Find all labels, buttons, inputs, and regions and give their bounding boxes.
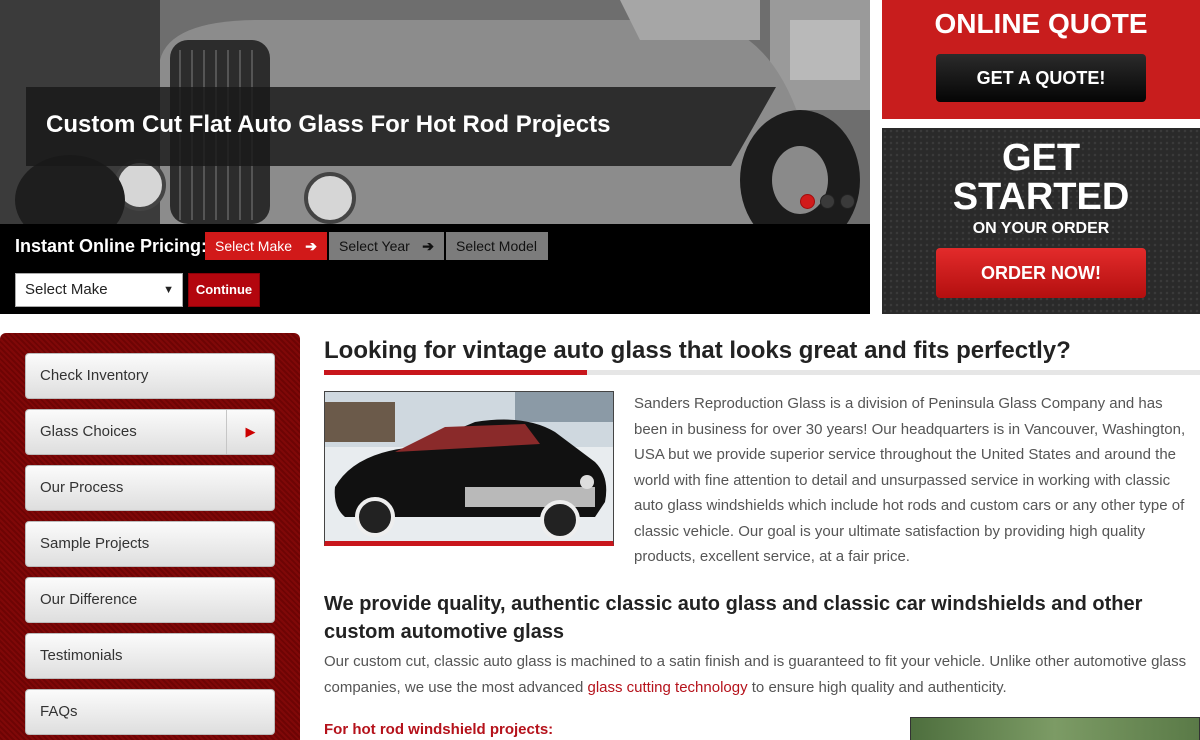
slider-dot-2[interactable] [820,194,835,209]
custom-cut-paragraph: Our custom cut, classic auto glass is ma… [324,649,1194,700]
make-select-dropdown[interactable]: Select Make ▼ [15,273,183,307]
step-label: Select Year [339,238,410,254]
step-label: Select Make [215,238,293,254]
step-select-make[interactable]: Select Make ➔ [205,232,327,260]
caret-right-icon[interactable]: ▶ [226,410,274,454]
online-quote-panel: ONLINE QUOTE GET A QUOTE! [882,0,1200,119]
step-select-year[interactable]: Select Year ➔ [329,232,444,260]
sidebar-item-glass-choices[interactable]: Glass Choices ▶ [25,409,275,455]
sidebar-item-label: Check Inventory [40,367,149,384]
arrow-right-icon: ➔ [422,238,434,254]
step-label: Select Model [456,238,537,254]
sidebar-item-label: Sample Projects [40,535,150,552]
hero-slider: Custom Cut Flat Auto Glass For Hot Rod P… [0,0,870,224]
instant-pricing-bar: Instant Online Pricing: Select Make ➔ Se… [0,224,870,314]
get-quote-button[interactable]: GET A QUOTE! [936,54,1146,102]
page-title: Looking for vintage auto glass that look… [324,337,1071,364]
classic-car-photo [324,391,614,546]
sidebar-item-our-difference[interactable]: Our Difference [25,577,275,623]
sidebar-item-our-process[interactable]: Our Process [25,465,275,511]
glass-cutting-technology-link[interactable]: glass cutting technology [587,679,747,696]
slider-dots [800,194,855,209]
step-select-model[interactable]: Select Model [446,232,548,260]
make-select-value: Select Make [25,281,108,298]
online-quote-title: ONLINE QUOTE [934,8,1148,39]
sidebar-item-testimonials[interactable]: Testimonials [25,633,275,679]
continue-button[interactable]: Continue [188,273,260,307]
hot-rod-photo [910,717,1200,740]
sidebar-item-sample-projects[interactable]: Sample Projects [25,521,275,567]
sidebar-item-label: Testimonials [40,647,123,664]
hero-caption-text: Custom Cut Flat Auto Glass For Hot Rod P… [46,111,611,138]
title-divider-accent [324,370,587,375]
pricing-label: Instant Online Pricing: [15,236,208,256]
get-started-panel: GET STARTED ON YOUR ORDER ORDER NOW! [882,128,1200,314]
hot-rod-heading: For hot rod windshield projects: [324,721,554,738]
get-started-line1: GET [1001,137,1081,179]
intro-paragraph: Sanders Reproduction Glass is a division… [634,395,1186,565]
sidebar-item-label: Our Process [40,479,124,496]
sidebar-item-label: FAQs [40,703,78,720]
paragraph-text: to ensure high quality and authenticity. [747,678,1007,696]
sidebar-item-label: Glass Choices [40,423,137,440]
classic-car-image [325,392,613,541]
arrow-right-icon: ➔ [305,238,317,254]
get-started-line3: ON YOUR ORDER [972,220,1110,237]
slider-dot-3[interactable] [840,194,855,209]
chevron-down-icon: ▼ [163,284,174,296]
order-now-button[interactable]: ORDER NOW! [936,248,1146,298]
sidebar-item-faqs[interactable]: FAQs [25,689,275,735]
hero-caption: Custom Cut Flat Auto Glass For Hot Rod P… [26,87,776,166]
get-started-line2: STARTED [952,176,1130,218]
sidebar-item-label: Our Difference [40,591,138,608]
sidebar-item-check-inventory[interactable]: Check Inventory [25,353,275,399]
slider-dot-1[interactable] [800,194,815,209]
sidebar-nav: Check Inventory Glass Choices ▶ Our Proc… [0,333,300,740]
section-subheading: We provide quality, authentic classic au… [324,593,1143,643]
